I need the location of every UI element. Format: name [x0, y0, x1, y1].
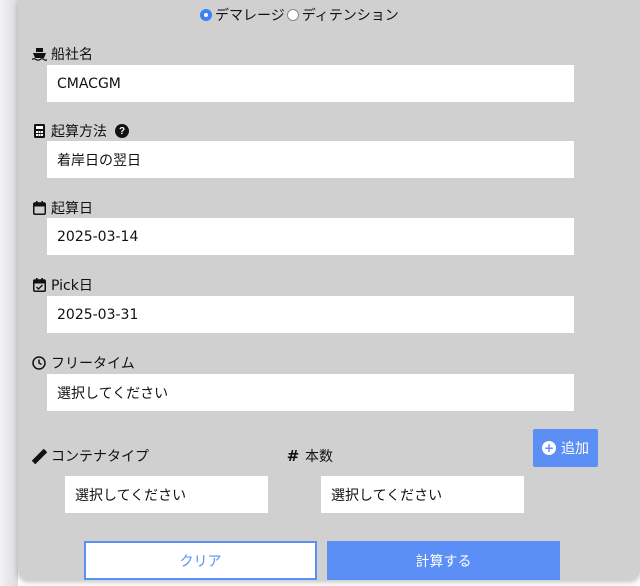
add-button[interactable]: + 追加	[533, 429, 598, 467]
calc-method-label: 起算方法	[51, 124, 107, 140]
start-date-label-row: 起算日	[31, 199, 93, 217]
plus-circle-icon: +	[542, 441, 556, 455]
free-time-select[interactable]: 選択してください	[47, 374, 574, 411]
container-type-label: コンテナタイプ	[51, 449, 149, 465]
free-time-label: フリータイム	[51, 356, 135, 372]
hash-icon: #	[286, 447, 300, 465]
calendar-check-icon	[31, 277, 47, 293]
ruler-icon	[31, 448, 47, 464]
help-icon[interactable]: ?	[115, 124, 129, 138]
pick-date-label: Pick日	[51, 278, 93, 294]
carrier-label: 船社名	[51, 47, 93, 63]
ship-icon	[31, 46, 47, 62]
start-date-label: 起算日	[51, 201, 93, 217]
calc-method-label-row: 起算方法 ?	[31, 122, 129, 140]
add-button-label: 追加	[561, 441, 589, 457]
container-type-label-row: コンテナタイプ	[31, 447, 149, 465]
carrier-input[interactable]: CMACGM	[47, 65, 574, 102]
calculator-icon	[31, 123, 47, 139]
pick-date-label-row: Pick日	[31, 276, 93, 294]
background-left-edge	[0, 0, 18, 586]
clear-button[interactable]: クリア	[84, 541, 317, 580]
quantity-label: 本数	[305, 449, 333, 465]
calc-method-select[interactable]: 着岸日の翌日	[47, 141, 574, 178]
calculate-button[interactable]: 計算する	[327, 541, 560, 580]
quantity-select[interactable]: 選択してください	[321, 476, 524, 513]
clock-icon	[31, 355, 47, 371]
quantity-label-row: # 本数	[285, 447, 333, 465]
container-type-select[interactable]: 選択してください	[65, 476, 268, 513]
free-time-label-row: フリータイム	[31, 354, 135, 372]
radio-demurrage[interactable]	[200, 9, 212, 21]
radio-detention-label[interactable]: ディテンション	[302, 5, 399, 25]
carrier-label-row: 船社名	[31, 45, 93, 63]
start-date-input[interactable]: 2025-03-14	[47, 218, 574, 255]
radio-demurrage-label[interactable]: デマレージ	[215, 5, 285, 25]
mode-radio-group: デマレージ ディテンション	[200, 6, 401, 24]
radio-detention[interactable]	[286, 9, 299, 21]
calendar-icon	[31, 200, 47, 216]
pick-date-input[interactable]: 2025-03-31	[47, 296, 574, 333]
